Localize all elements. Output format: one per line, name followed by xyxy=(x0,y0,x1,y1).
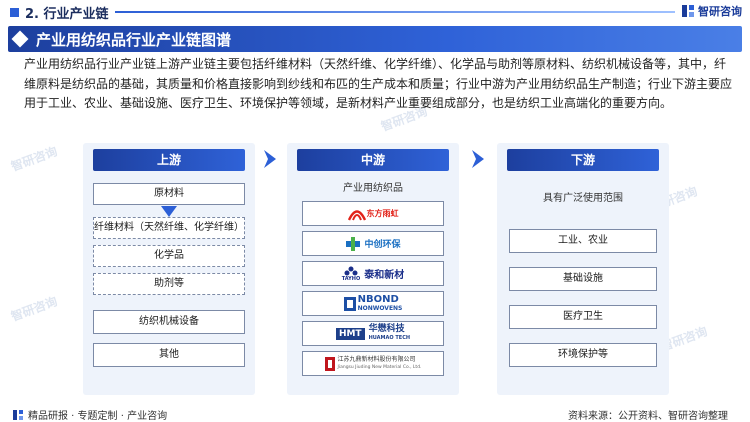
company-logo-nbond: NBOND NONWOVENS xyxy=(302,291,444,316)
midstream-column: 中游 产业用纺织品 东方雨虹 中创环保 TAYHO 泰和新材 NBOND NON… xyxy=(287,143,459,395)
footer-left-text: 精品研报 · 专题定制 · 产业咨询 xyxy=(28,411,168,422)
company-logo-jiuding: 江苏九鼎新材料股份有限公司 Jiangsu Jiuding New Materi… xyxy=(302,351,444,376)
downstream-heading: 下游 xyxy=(507,149,659,171)
footer: 精品研报 · 专题定制 · 产业咨询 资料来源：公开资料、智研咨询整理 xyxy=(0,405,750,422)
nbond-icon xyxy=(343,296,356,311)
other-box: 其他 xyxy=(93,343,245,367)
hmt-icon: HMT xyxy=(335,327,365,340)
midstream-subtitle: 产业用纺织品 xyxy=(343,183,403,194)
taihe-mark: TAYHO xyxy=(342,266,360,282)
zhongchuang-logo: 中创环保 xyxy=(345,236,401,251)
taihe-icon xyxy=(344,266,358,275)
company-name: NBOND xyxy=(357,293,399,305)
section-label: 2. 行业产业链 xyxy=(25,7,109,22)
company-name: 中创环保 xyxy=(364,240,401,250)
hmt-logo: HMT 华懋科技 HUAMAO TECH xyxy=(335,323,411,343)
brand-logo-icon xyxy=(682,5,694,17)
midstream-heading: 中游 xyxy=(297,149,449,171)
top-bar: 2. 行业产业链 智研咨询 xyxy=(0,0,750,24)
nbond-sub: NONWOVENS xyxy=(357,304,403,312)
company-name: 江苏九鼎新材料股份有限公司 xyxy=(337,355,416,363)
downstream-column: 下游 具有广泛使用范围 工业、农业 基础设施 医疗卫生 环境保护等 xyxy=(497,143,669,395)
textile-machinery-box: 纺织机械设备 xyxy=(93,310,245,334)
divider xyxy=(115,11,675,13)
chevron-right-icon xyxy=(472,150,484,168)
zhongchuang-icon xyxy=(346,236,361,251)
fiber-materials-box: 纤维材料（天然纤维、化学纤维） xyxy=(93,217,245,239)
raw-materials-box: 原材料 xyxy=(93,183,245,205)
chemicals-box: 化学品 xyxy=(93,245,245,267)
watermark: 智研咨询 xyxy=(9,144,60,174)
hmt-sub: HUAMAO TECH xyxy=(368,334,411,341)
company-name: 东方雨虹 xyxy=(366,209,399,218)
dongfang-yuhong-logo: 东方雨虹 xyxy=(347,207,399,221)
chevron-right-icon xyxy=(264,150,276,168)
footer-tagline: 精品研报 · 专题定制 · 产业咨询 xyxy=(12,407,167,422)
dongfang-yuhong-icon xyxy=(347,209,366,221)
infrastructure-box: 基础设施 xyxy=(509,267,657,291)
page-title: 产业用纺织品行业产业链图谱 xyxy=(36,31,232,49)
jiuding-icon xyxy=(324,356,335,371)
company-logo-dongfang: 东方雨虹 xyxy=(302,201,444,226)
hmt-text: 华懋科技 HUAMAO TECH xyxy=(368,323,411,343)
source-note: 资料来源：公开资料、智研咨询整理 xyxy=(568,411,728,422)
company-logo-huamao: HMT 华懋科技 HUAMAO TECH xyxy=(302,321,444,346)
nbond-logo: NBOND NONWOVENS xyxy=(343,293,403,313)
environmental-protection-box: 环境保护等 xyxy=(509,343,657,367)
taihe-sub: TAYHO xyxy=(341,275,361,282)
upstream-column: 上游 原材料 纤维材料（天然纤维、化学纤维） 化学品 助剂等 纺织机械设备 其他 xyxy=(83,143,255,395)
section-tag: 2. 行业产业链 xyxy=(10,3,109,22)
company-logo-taihe: TAYHO 泰和新材 xyxy=(302,261,444,286)
jiuding-text: 江苏九鼎新材料股份有限公司 Jiangsu Jiuding New Materi… xyxy=(338,356,422,372)
additives-box: 助剂等 xyxy=(93,273,245,295)
jiuding-logo: 江苏九鼎新材料股份有限公司 Jiangsu Jiuding New Materi… xyxy=(324,356,422,372)
upstream-heading: 上游 xyxy=(93,149,245,171)
title-bar: 产业用纺织品行业产业链图谱 xyxy=(8,26,742,52)
brand: 智研咨询 xyxy=(681,3,742,19)
medical-health-box: 医疗卫生 xyxy=(509,305,657,329)
brand-logo-icon xyxy=(13,409,23,420)
jiuding-sub: Jiangsu Jiuding New Material Co., Ltd. xyxy=(337,364,422,370)
taihe-logo: TAYHO 泰和新材 xyxy=(342,266,404,282)
company-logo-zhongchuang: 中创环保 xyxy=(302,231,444,256)
downstream-subtitle: 具有广泛使用范围 xyxy=(543,193,623,204)
intro-paragraph: 产业用纺织品行业产业链上游产业链主要包括纤维材料（天然纤维、化学纤维）、化学品与… xyxy=(24,57,733,110)
nbond-text: NBOND NONWOVENS xyxy=(357,293,403,313)
brand-name: 智研咨询 xyxy=(698,5,742,18)
square-icon xyxy=(10,8,19,17)
diamond-icon xyxy=(11,30,29,48)
industry-agriculture-box: 工业、农业 xyxy=(509,229,657,253)
company-name: 华懋科技 xyxy=(368,323,405,334)
watermark: 智研咨询 xyxy=(9,294,60,324)
raw-materials-group: 原材料 纤维材料（天然纤维、化学纤维） 化学品 助剂等 xyxy=(93,183,245,298)
company-name: 泰和新材 xyxy=(364,270,405,281)
